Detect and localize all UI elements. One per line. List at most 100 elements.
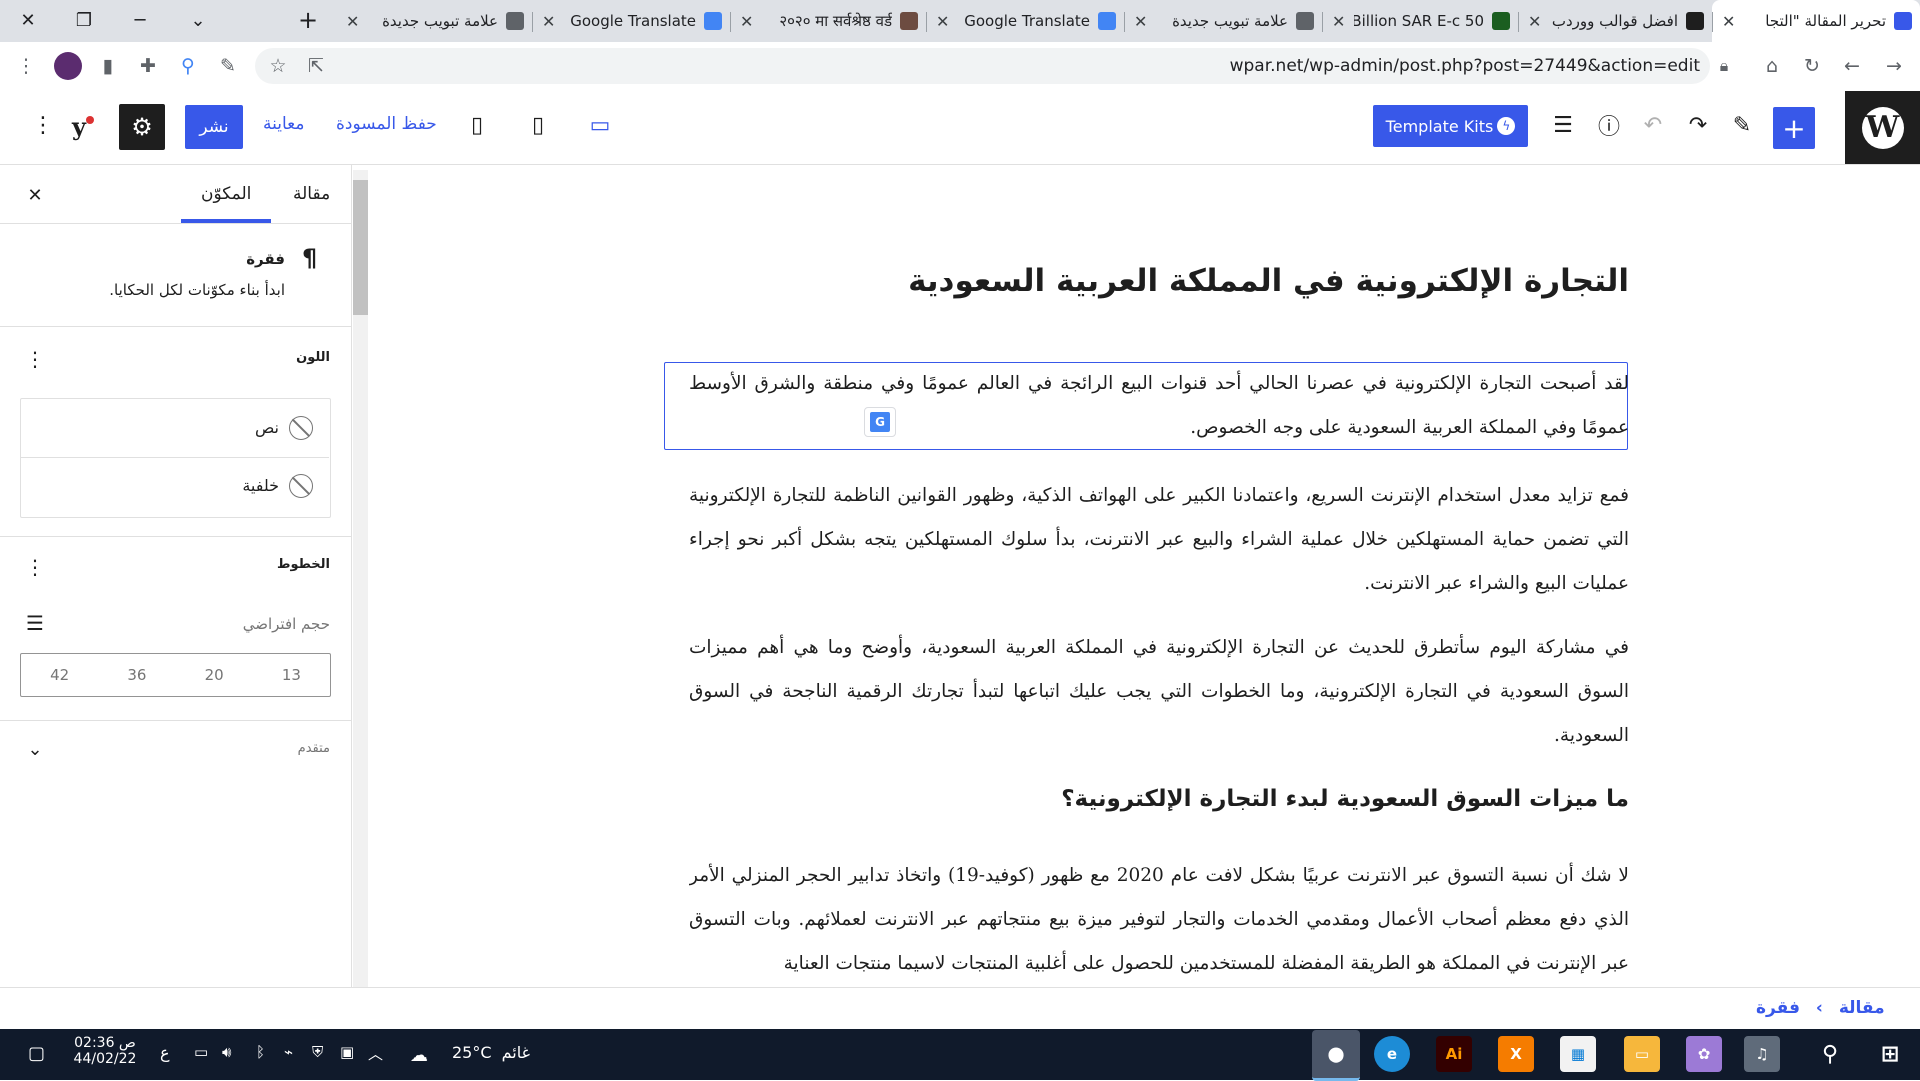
battery-icon[interactable]: ▭ <box>194 1043 208 1061</box>
extensions-puzzle-icon[interactable]: ✚ <box>134 52 162 80</box>
back-arrow-icon[interactable]: ← <box>1838 52 1866 80</box>
chevron-down-icon[interactable]: ⌄ <box>20 734 50 764</box>
sidebar-scrollbar-thumb[interactable] <box>353 180 368 315</box>
paragraph-block[interactable]: فمع تزايد معدل استخدام الإنترنت السريع، … <box>689 474 1629 606</box>
browser-tab[interactable]: Google Translate ✕ <box>532 0 730 42</box>
desktop-preview-icon[interactable]: ▭ <box>585 110 615 140</box>
browser-tab[interactable]: افضل قوالب ووردب ✕ <box>1518 0 1712 42</box>
browser-tab[interactable]: Google Translate ✕ <box>926 0 1124 42</box>
edge-browser-icon[interactable]: e <box>1374 1036 1410 1072</box>
close-tab-icon[interactable]: ✕ <box>1332 12 1345 31</box>
url-text[interactable]: wpar.net/wp-admin/post.php?post=27449&ac… <box>1230 56 1700 76</box>
chrome-active-icon[interactable]: ⬤ <box>1312 1030 1360 1081</box>
block-inserter-button[interactable]: + <box>1773 107 1815 149</box>
yoast-seo-icon[interactable]: y <box>72 112 108 142</box>
illustrator-icon[interactable]: Ai <box>1436 1036 1472 1072</box>
settings-gear-button[interactable]: ⚙ <box>119 104 165 150</box>
advanced-section-title[interactable]: متقدم <box>298 741 330 756</box>
new-tab-button[interactable]: + <box>286 0 330 40</box>
paragraph-block[interactable]: في مشاركة اليوم سأتطرق للحديث عن التجارة… <box>689 626 1629 758</box>
details-info-icon[interactable]: ⓘ <box>1594 110 1624 140</box>
browser-tab[interactable]: علامة تبويب جديدة ✕ <box>336 0 532 42</box>
file-explorer-icon[interactable]: ▭ <box>1624 1036 1660 1072</box>
chevron-up-icon[interactable]: ︿ <box>368 1043 383 1064</box>
undo-icon[interactable]: ↶ <box>1638 110 1668 140</box>
paint-app-icon[interactable]: ✿ <box>1686 1036 1722 1072</box>
background-color-button[interactable]: خلفية <box>242 476 279 495</box>
google-translate-popup-icon[interactable]: G <box>864 407 896 437</box>
tools-pencil-icon[interactable]: ✎ <box>1727 110 1757 140</box>
close-tab-icon[interactable]: ✕ <box>346 12 359 31</box>
browser-menu-icon[interactable]: ⋮ <box>12 52 40 80</box>
forward-arrow-icon[interactable]: → <box>1880 52 1908 80</box>
close-tab-icon[interactable]: ✕ <box>542 12 555 31</box>
start-windows-icon[interactable]: ⊞ <box>1872 1036 1908 1072</box>
section-heading[interactable]: ما ميزات السوق السعودية لبدء التجارة الإ… <box>1061 786 1629 812</box>
custom-size-sliders-icon[interactable]: ☰ <box>20 608 50 638</box>
save-draft-button[interactable]: حفظ المسودة <box>336 114 437 134</box>
eyedropper-icon[interactable]: ✎ <box>214 52 242 80</box>
paragraph-block[interactable]: لقد أصبحت التجارة الإلكترونية في عصرنا ا… <box>689 362 1629 450</box>
close-tab-icon[interactable]: ✕ <box>1528 12 1541 31</box>
tablet-preview-icon[interactable]: ▯ <box>523 110 553 140</box>
restore-window-button[interactable]: ❐ <box>62 0 106 40</box>
close-sidebar-icon[interactable]: ✕ <box>20 180 50 210</box>
publish-button[interactable]: نشر <box>185 105 243 149</box>
close-tab-icon[interactable]: ✕ <box>1722 12 1735 31</box>
font-size-option[interactable]: 20 <box>205 666 224 684</box>
mic-app-icon[interactable]: ♫ <box>1744 1036 1780 1072</box>
close-tab-icon[interactable]: ✕ <box>1134 12 1147 31</box>
wordpress-logo-button[interactable]: W <box>1845 91 1920 164</box>
zoom-icon[interactable]: ⚲ <box>174 52 202 80</box>
text-color-swatch-icon[interactable] <box>289 416 313 440</box>
paragraph-block[interactable]: لا شك أن نسبة التسوق عبر الانترنت عربيًا… <box>689 854 1629 980</box>
volume-icon[interactable]: 🔊︎ <box>222 1043 231 1061</box>
network-icon[interactable]: ⌁ <box>284 1043 293 1061</box>
font-size-option[interactable]: 42 <box>50 666 69 684</box>
tab-search-button[interactable]: ⌄ <box>176 0 220 40</box>
notifications-icon[interactable]: ▢ <box>28 1043 45 1064</box>
minimize-window-button[interactable]: ─ <box>118 0 162 40</box>
font-size-picker[interactable]: 42 36 20 13 <box>20 653 331 697</box>
redo-icon[interactable]: ↷ <box>1683 110 1713 140</box>
xampp-icon[interactable]: X <box>1498 1036 1534 1072</box>
options-menu-icon[interactable]: ⋮ <box>28 110 58 140</box>
post-title[interactable]: التجارة الإلكترونية في المملكة العربية ا… <box>908 263 1629 299</box>
bluetooth-icon[interactable]: ᛒ <box>256 1043 265 1061</box>
typography-options-icon[interactable]: ⋮ <box>20 552 50 582</box>
close-window-button[interactable]: ✕ <box>6 0 50 40</box>
weather-text[interactable]: غائم <box>490 1043 530 1062</box>
browser-tab[interactable]: تحرير المقالة "التجا ✕ <box>1712 0 1920 42</box>
home-icon[interactable]: ⌂ <box>1758 52 1786 80</box>
template-kits-button[interactable]: Template Kits ϟ <box>1373 105 1528 147</box>
browser-tab[interactable]: 50 Billion SAR E-c ✕ <box>1322 0 1518 42</box>
bookmark-star-icon[interactable]: ☆ <box>264 52 292 80</box>
tab-block[interactable]: المكوّن <box>201 184 251 204</box>
text-color-button[interactable]: نص <box>255 418 279 437</box>
browser-tab[interactable]: علامة تبويب جديدة ✕ <box>1124 0 1322 42</box>
profile-avatar[interactable] <box>54 52 82 80</box>
close-tab-icon[interactable]: ✕ <box>740 12 753 31</box>
lock-icon[interactable]: 🔒︎ <box>1710 52 1738 80</box>
color-options-icon[interactable]: ⋮ <box>20 344 50 374</box>
app-tray-icon[interactable]: ▣ <box>340 1043 354 1061</box>
microsoft-store-icon[interactable]: ▦ <box>1560 1036 1596 1072</box>
list-view-icon[interactable]: ☰ <box>1548 110 1578 140</box>
font-size-option[interactable]: 36 <box>127 666 146 684</box>
preview-button[interactable]: معاينة <box>263 114 304 134</box>
font-size-option[interactable]: 13 <box>282 666 301 684</box>
background-color-swatch-icon[interactable] <box>289 474 313 498</box>
sidebar-icon[interactable]: ▮ <box>94 52 122 80</box>
clock[interactable]: 02:36 ص 44/02/22 <box>70 1035 140 1067</box>
security-shield-icon[interactable]: ⛨ <box>312 1043 323 1061</box>
share-icon[interactable]: ⇱ <box>302 52 330 80</box>
language-indicator[interactable]: ع <box>160 1043 170 1062</box>
close-tab-icon[interactable]: ✕ <box>936 12 949 31</box>
weather-temp[interactable]: 25°C <box>452 1043 492 1062</box>
breadcrumb-post[interactable]: مقالة <box>1839 998 1885 1018</box>
reload-icon[interactable]: ↻ <box>1798 52 1826 80</box>
browser-tab[interactable]: २०२० मा सर्वश्रेष्ठ वर्ड ✕ <box>730 0 926 42</box>
breadcrumb-paragraph[interactable]: فقرة <box>1756 998 1800 1018</box>
search-icon[interactable]: ⚲ <box>1812 1036 1848 1072</box>
tab-post[interactable]: مقالة <box>293 184 330 204</box>
